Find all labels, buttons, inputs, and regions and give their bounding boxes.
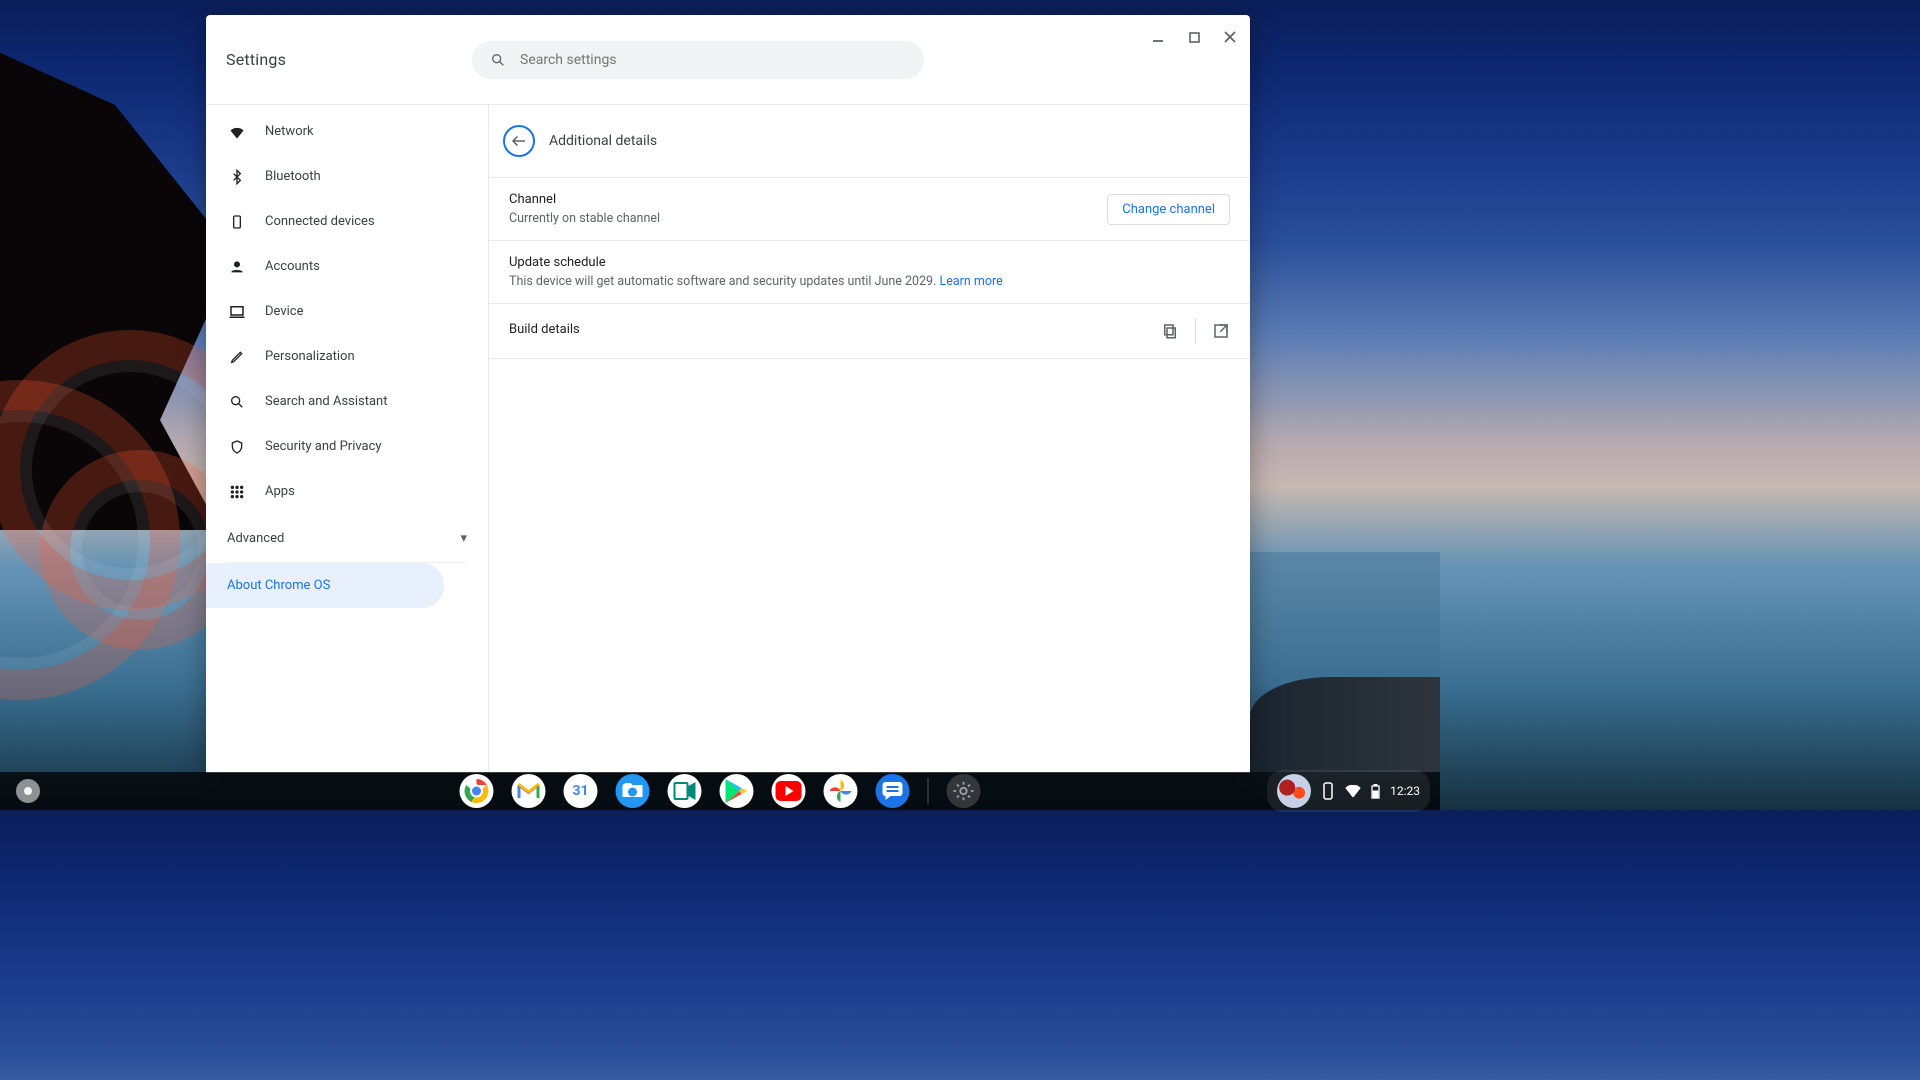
sidebar-item-network[interactable]: Network — [206, 109, 488, 154]
copy-icon[interactable] — [1161, 322, 1179, 340]
open-external-icon[interactable] — [1212, 322, 1230, 340]
laptop-icon — [227, 303, 247, 321]
update-title: Update schedule — [509, 255, 1230, 270]
channel-title: Channel — [509, 192, 1093, 207]
meet-app-icon[interactable] — [668, 774, 702, 808]
youtube-app-icon[interactable] — [772, 774, 806, 808]
pen-icon — [227, 349, 247, 365]
sidebar-item-device[interactable]: Device — [206, 289, 488, 334]
apps-grid-icon — [227, 484, 247, 500]
learn-more-link[interactable]: Learn more — [939, 274, 1002, 289]
sidebar-item-bluetooth[interactable]: Bluetooth — [206, 154, 488, 199]
sidebar-item-label: Personalization — [265, 349, 355, 364]
sidebar-item-about[interactable]: About Chrome OS — [206, 563, 444, 608]
system-tray[interactable]: 12:23 — [1267, 770, 1430, 812]
channel-subtitle: Currently on stable channel — [509, 211, 1093, 226]
back-button[interactable] — [503, 125, 535, 157]
wifi-icon — [227, 123, 247, 141]
gmail-app-icon[interactable] — [512, 774, 546, 808]
sidebar-item-label: Accounts — [265, 259, 320, 274]
shelf: 31 12:23 — [0, 772, 1440, 810]
settings-window: Settings Network Bluetooth Connected dev… — [206, 15, 1250, 773]
search-icon — [227, 394, 247, 410]
sidebar-item-label: Bluetooth — [265, 169, 321, 184]
page-title: Additional details — [549, 133, 657, 149]
settings-app-icon[interactable] — [947, 774, 981, 808]
wifi-status-icon — [1345, 785, 1361, 797]
sidebar-item-label: Device — [265, 304, 304, 319]
phone-icon — [227, 214, 247, 230]
bluetooth-icon — [227, 169, 247, 185]
clock: 12:23 — [1390, 784, 1420, 798]
sidebar-item-accounts[interactable]: Accounts — [206, 244, 488, 289]
sidebar-item-search-assistant[interactable]: Search and Assistant — [206, 379, 488, 424]
update-subtitle: This device will get automatic software … — [509, 274, 1230, 289]
chrome-app-icon[interactable] — [460, 774, 494, 808]
build-title: Build details — [509, 322, 1147, 337]
sidebar-item-label: Connected devices — [265, 214, 375, 229]
notifications-icon[interactable] — [1321, 782, 1335, 800]
chevron-down-icon: ▾ — [460, 531, 467, 546]
close-button[interactable] — [1218, 25, 1242, 49]
sidebar-item-label: Security and Privacy — [265, 439, 382, 454]
app-title: Settings — [226, 50, 286, 69]
change-channel-button[interactable]: Change channel — [1107, 194, 1230, 225]
sidebar-item-label: Search and Assistant — [265, 394, 388, 409]
sidebar-item-apps[interactable]: Apps — [206, 469, 488, 514]
search-field[interactable] — [472, 41, 924, 79]
avatar[interactable] — [1277, 774, 1311, 808]
sidebar-item-label: About Chrome OS — [227, 578, 330, 593]
photos-app-icon[interactable] — [824, 774, 858, 808]
maximize-button[interactable] — [1182, 25, 1206, 49]
sidebar: Network Bluetooth Connected devices Acco… — [206, 105, 488, 773]
person-icon — [227, 259, 247, 275]
build-details-row: Build details — [489, 304, 1250, 359]
update-schedule-row: Update schedule This device will get aut… — [489, 241, 1250, 304]
search-input[interactable] — [520, 52, 906, 68]
messages-app-icon[interactable] — [876, 774, 910, 808]
launcher-button[interactable] — [16, 779, 40, 803]
battery-status-icon — [1371, 784, 1380, 799]
shield-icon — [227, 439, 247, 455]
files-app-icon[interactable] — [616, 774, 650, 808]
calendar-app-icon[interactable]: 31 — [564, 774, 598, 808]
play-store-app-icon[interactable] — [720, 774, 754, 808]
sidebar-item-connected-devices[interactable]: Connected devices — [206, 199, 488, 244]
sidebar-item-personalization[interactable]: Personalization — [206, 334, 488, 379]
sidebar-advanced[interactable]: Advanced ▾ — [206, 514, 488, 562]
search-icon — [490, 52, 506, 68]
sidebar-item-security-privacy[interactable]: Security and Privacy — [206, 424, 488, 469]
sidebar-item-label: Network — [265, 124, 314, 139]
sidebar-item-label: Apps — [265, 484, 295, 499]
minimize-button[interactable] — [1146, 25, 1170, 49]
main-panel: Additional details Channel Currently on … — [488, 105, 1250, 773]
advanced-label: Advanced — [227, 531, 284, 546]
channel-row: Channel Currently on stable channel Chan… — [489, 178, 1250, 241]
